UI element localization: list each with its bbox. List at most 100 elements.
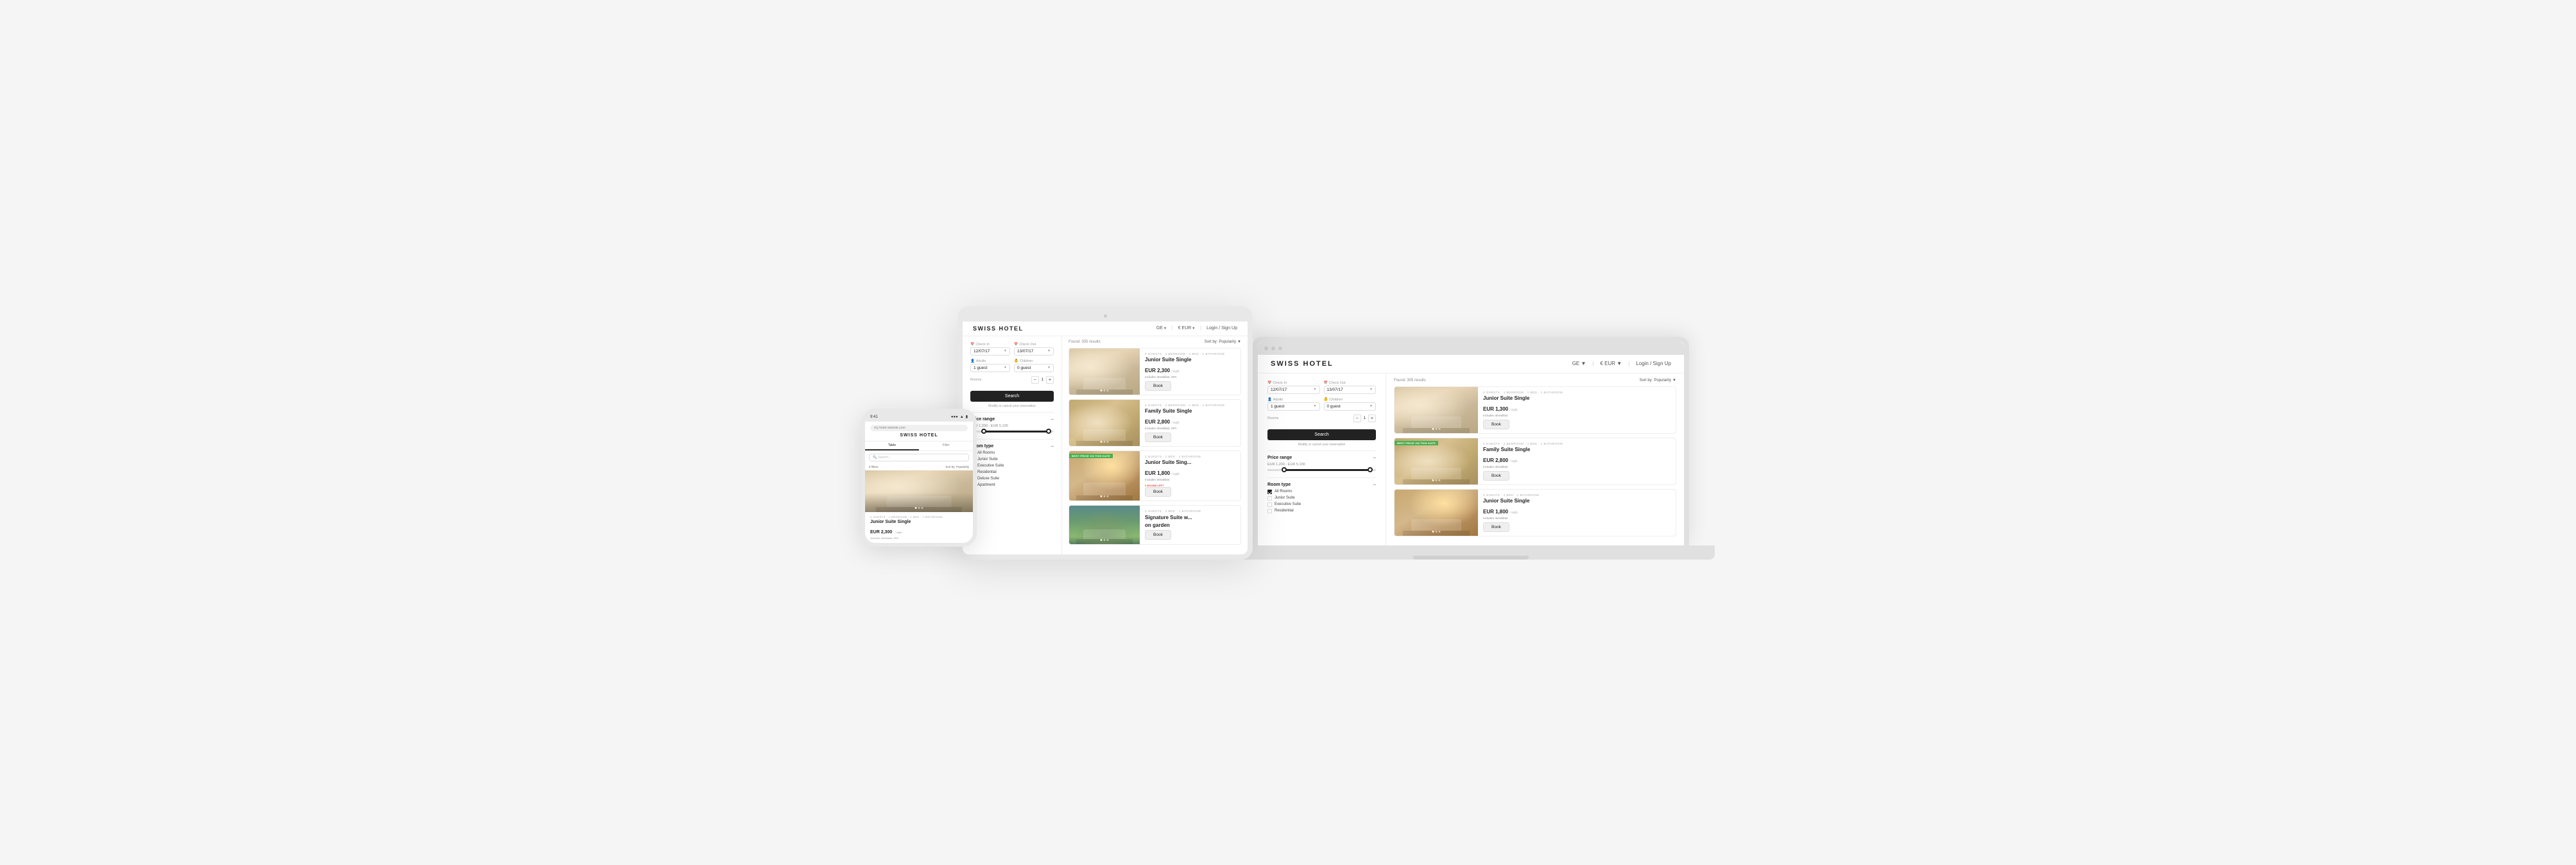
rooms-left-badge: 2 ROOMS LEFT xyxy=(1145,484,1235,487)
tablet-checkout-value[interactable]: 13/07/17 ▼ xyxy=(1014,347,1054,355)
tablet-slider-right-thumb[interactable] xyxy=(1046,429,1051,434)
laptop-modify-link[interactable]: Modify or cancel your reservation xyxy=(1267,443,1376,447)
room-type-option[interactable]: Executive Suite xyxy=(1267,502,1376,507)
room-type-option[interactable]: All Rooms xyxy=(1267,490,1376,494)
laptop-rooms-plus[interactable]: + xyxy=(1368,415,1376,422)
tablet-checkout-field: 📅 Check Out 13/07/17 ▼ xyxy=(1014,343,1054,355)
room-image-inner xyxy=(1395,490,1478,536)
laptop-price-range-values: EUR 1,200 - EUR 5,100 xyxy=(1267,463,1376,467)
laptop-room-type-collapse-icon[interactable]: − xyxy=(1373,482,1376,488)
laptop-nav-lang[interactable]: GE ▼ xyxy=(1572,361,1586,366)
phone-brand: SWISS HOTEL xyxy=(870,433,968,438)
best-price-badge: BEST PRICE ON THIS DATE xyxy=(1069,454,1113,458)
book-button[interactable]: Book xyxy=(1145,432,1171,442)
tablet-modify-link[interactable]: Modify or cancel your reservation xyxy=(970,404,1054,408)
room-type-checkbox[interactable] xyxy=(1267,490,1272,494)
laptop-adults-field: 👤 Adults 1 guest ▼ xyxy=(1267,398,1320,411)
tablet-rooms-value: 1 xyxy=(1042,378,1043,382)
room-type-option[interactable]: All Rooms xyxy=(970,451,1054,456)
room-type-option[interactable]: Junior Suite xyxy=(1267,496,1376,501)
room-type-option[interactable]: Apartment xyxy=(970,483,1054,488)
laptop-price-collapse-icon[interactable]: − xyxy=(1373,455,1376,461)
tablet-price-range-values: EUR 1,200 - EUR 5,100 xyxy=(970,424,1054,428)
laptop-rooms-minus[interactable]: − xyxy=(1353,415,1361,422)
tablet-rooms-label: Rooms xyxy=(970,378,981,382)
room-card-price-row: EUR 2,800 / night xyxy=(1483,454,1670,465)
best-price-badge: BEST PRICE ON THIS DATE xyxy=(1395,441,1438,445)
room-card-meta: 2 GUESTS · 1 BED · 1 BATHROOM xyxy=(1145,455,1235,458)
tablet-search-button[interactable]: Search xyxy=(970,391,1054,402)
room-card: BEST PRICE ON THIS DATE 2 GUESTS · 1 BED … xyxy=(1069,450,1241,501)
room-type-option[interactable]: Executive Suite xyxy=(970,464,1054,468)
book-button[interactable]: Book xyxy=(1145,381,1171,391)
room-type-option[interactable]: Residential xyxy=(1267,509,1376,513)
laptop-nav-login[interactable]: Login / Sign Up xyxy=(1636,361,1671,366)
tablet-children-value[interactable]: 0 guest ▼ xyxy=(1014,364,1054,372)
laptop-hotel-header: SWISS HOTEL GE ▼ | € EUR ▼ | Login / Sig… xyxy=(1258,355,1684,373)
book-button[interactable]: Book xyxy=(1483,420,1509,429)
room-card-includes: Includes: Breakfast xyxy=(1483,517,1670,520)
phone-room-info: 2 GUESTS · 1 BEDROOM · 1 BED · 1 BATHROO… xyxy=(865,512,973,543)
laptop-price-slider[interactable] xyxy=(1267,469,1376,471)
room-card-meta: 4 GUESTS · 2 BED · 1 BATHROOM xyxy=(1145,510,1235,513)
tablet-rooms-plus[interactable]: + xyxy=(1046,376,1054,384)
book-button[interactable]: Book xyxy=(1483,471,1509,481)
image-dot xyxy=(1439,531,1441,533)
tablet-checkin-value[interactable]: 12/07/17 ▼ xyxy=(970,347,1010,355)
tablet-slider-left-thumb[interactable] xyxy=(981,429,986,434)
phone-filter-label[interactable]: 5 filters xyxy=(869,465,879,468)
laptop-nav-currency[interactable]: € EUR ▼ xyxy=(1601,361,1622,366)
book-button[interactable]: Book xyxy=(1145,487,1171,497)
laptop-slider-fill xyxy=(1284,469,1370,471)
phone-header: my-hotel-website.com SWISS HOTEL xyxy=(865,422,973,441)
room-type-option[interactable]: Junior Suite xyxy=(970,458,1054,462)
tablet-nav-login[interactable]: Login / Sign Up xyxy=(1206,326,1237,330)
book-button[interactable]: Book xyxy=(1145,530,1171,540)
phone-tab-table[interactable]: Table xyxy=(865,441,919,450)
tablet-price-range-section: Price range − EUR 1,200 - EUR 5,100 xyxy=(970,416,1054,432)
room-type-option[interactable]: Residential xyxy=(970,470,1054,475)
laptop-search-button[interactable]: Search xyxy=(1267,429,1376,440)
laptop-checkin-value[interactable]: 12/07/17 ▼ xyxy=(1267,386,1320,394)
tablet-price-slider[interactable] xyxy=(970,431,1054,432)
phone-sort-label[interactable]: Sort by: Popularity xyxy=(945,465,969,468)
tablet-price-collapse-icon[interactable]: − xyxy=(1051,416,1054,422)
tablet-adults-value[interactable]: 1 guest ▼ xyxy=(970,364,1010,372)
laptop-results-sort[interactable]: Sort by: Popularity ▼ xyxy=(1640,379,1676,382)
image-dot xyxy=(1104,390,1106,391)
tablet-nav-lang[interactable]: GE ▼ xyxy=(1156,326,1167,330)
room-type-checkbox[interactable] xyxy=(1267,496,1272,501)
laptop-adults-value[interactable]: 1 guest ▼ xyxy=(1267,402,1320,411)
phone-tab-filter[interactable]: Filter xyxy=(919,441,973,450)
tablet-results-sort[interactable]: Sort by: Popularity ▼ xyxy=(1205,340,1241,344)
laptop-children-icon: 👶 xyxy=(1324,398,1328,402)
room-card-price-row: EUR 1,300 / night xyxy=(1483,402,1670,414)
tablet-room-type-collapse-icon[interactable]: − xyxy=(1051,443,1054,449)
laptop-room-type-title: Room type − xyxy=(1267,482,1376,488)
tablet-sidebar: 📅 Check In 12/07/17 ▼ 📅 xyxy=(963,336,1062,554)
tablet-rooms-minus[interactable]: − xyxy=(1031,376,1039,384)
room-card-image: BEST PRICE ON THIS DATE xyxy=(1395,438,1478,484)
phone-search-bar[interactable]: 🔍 Search... xyxy=(869,454,969,461)
phone-status-icons: ●●● ▲ ▮ xyxy=(951,415,968,419)
tablet-divider-1 xyxy=(970,412,1054,413)
phone-filter-row: 5 filters Sort by: Popularity xyxy=(865,464,973,470)
tablet-nav-currency[interactable]: € EUR ▼ xyxy=(1178,326,1196,330)
laptop-checkout-value[interactable]: 13/07/17 ▼ xyxy=(1324,386,1377,394)
laptop-children-value[interactable]: 0 guest ▼ xyxy=(1324,402,1377,411)
laptop-hotel-brand: SWISS HOTEL xyxy=(1271,360,1334,368)
room-type-option[interactable]: Deluxe Suite xyxy=(970,477,1054,481)
phone-url-bar[interactable]: my-hotel-website.com xyxy=(870,425,968,431)
book-button[interactable]: Book xyxy=(1483,522,1509,532)
image-dot xyxy=(1107,539,1109,541)
laptop-slider-left-thumb[interactable] xyxy=(1282,467,1287,472)
laptop-sidebar: 📅 Check In 12/07/17 ▼ 📅 xyxy=(1258,373,1386,545)
room-type-checkbox[interactable] xyxy=(1267,502,1272,507)
room-card-price-row: EUR 1,800 / night xyxy=(1145,467,1235,478)
laptop-slider-right-thumb[interactable] xyxy=(1368,467,1373,472)
room-card-includes: Includes: Breakfast xyxy=(1483,465,1670,468)
tablet-guests-row: 👤 Adults 1 guest ▼ 👶 xyxy=(970,359,1054,372)
room-card-includes: Includes: Breakfast xyxy=(1145,478,1235,481)
laptop-divider-1 xyxy=(1267,450,1376,451)
room-type-checkbox[interactable] xyxy=(1267,509,1272,513)
